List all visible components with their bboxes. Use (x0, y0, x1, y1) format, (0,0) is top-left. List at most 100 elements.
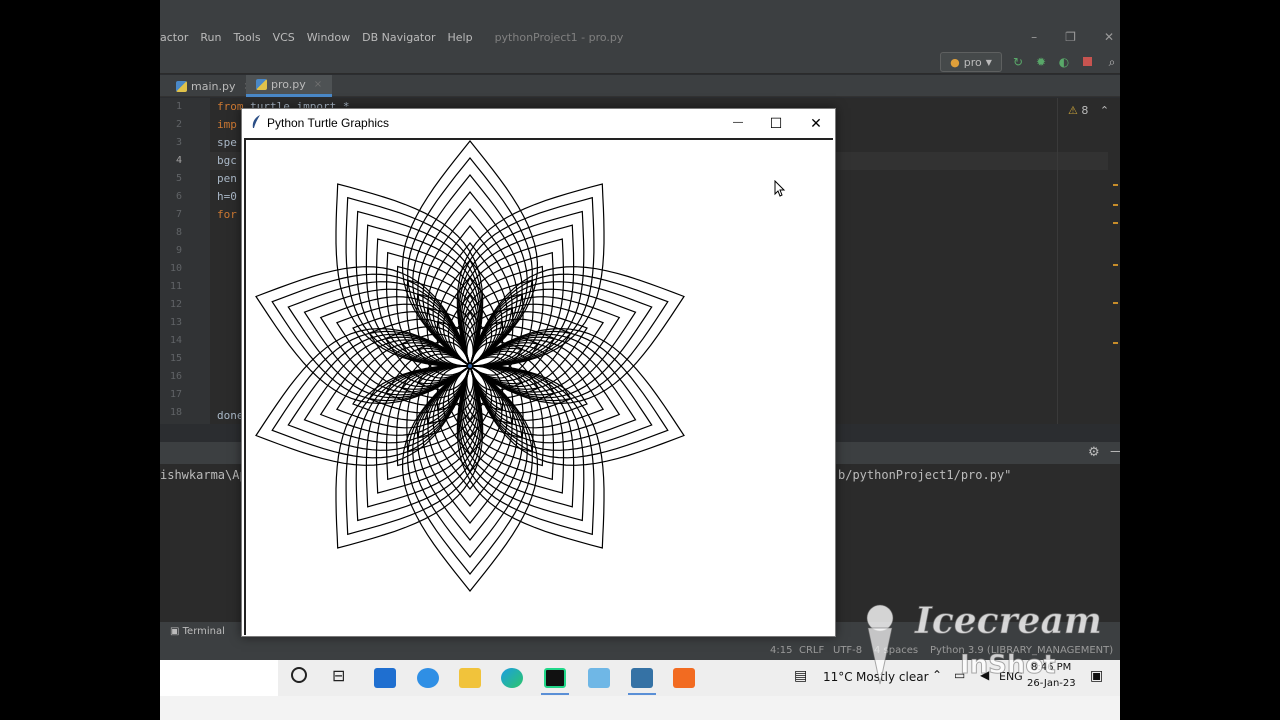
file-explorer-icon[interactable] (459, 668, 481, 688)
task-view-icon[interactable]: ⊟ (332, 666, 345, 685)
stripe-mark (1113, 342, 1118, 344)
turtle-flower-drawing (255, 140, 685, 592)
turtle-title-bar[interactable]: Python Turtle Graphics — ☐ ✕ (242, 109, 835, 137)
cortana-icon[interactable] (291, 667, 307, 683)
line-number: 16 (169, 371, 182, 382)
edge-legacy-icon[interactable] (417, 668, 439, 688)
line-number: 1 (175, 101, 182, 112)
code-line: h=0 (217, 190, 237, 203)
code-line: spe (217, 136, 237, 149)
python-icon[interactable] (631, 668, 653, 688)
watermark-line1: Icecream (915, 600, 1103, 643)
petal-outline (407, 157, 533, 367)
menu-help[interactable]: Help (441, 31, 478, 44)
turtle-canvas[interactable] (244, 138, 833, 635)
line-number: 5 (175, 173, 182, 184)
edge-icon[interactable] (501, 668, 523, 688)
maximize-icon[interactable]: ☐ (756, 109, 796, 137)
caret-position[interactable]: 4:15 (770, 645, 792, 656)
line-number: 17 (169, 389, 182, 400)
code-line: bgc (217, 154, 237, 167)
ide-window-controls: – ❐ ✕ (1031, 24, 1114, 50)
file-encoding[interactable]: UTF-8 (833, 645, 862, 656)
stripe-mark (1113, 204, 1118, 206)
pycharm-icon[interactable] (544, 668, 566, 688)
python-file-icon (176, 80, 187, 92)
search-icon[interactable]: ⌕ (1104, 54, 1120, 70)
line-number: 3 (175, 137, 182, 148)
code-keyword: for (217, 208, 237, 221)
editor-tabs: main.py × pro.py × (160, 75, 1120, 97)
line-number: 6 (175, 191, 182, 202)
watermark-line2: InShot (960, 650, 1057, 681)
mail-icon[interactable] (374, 668, 396, 688)
code-line: for (217, 208, 237, 221)
menu-db-navigator[interactable]: DB Navigator (356, 31, 441, 44)
turtle-cursor (468, 364, 472, 368)
turtle-window-title: Python Turtle Graphics (267, 116, 390, 130)
line-number: 8 (175, 227, 182, 238)
screen: actor Run Tools VCS Window DB Navigator … (160, 0, 1120, 720)
menu-window[interactable]: Window (301, 31, 356, 44)
hide-panel-icon[interactable]: — (1110, 444, 1120, 459)
line-number: 11 (169, 281, 182, 292)
line-number: 2 (175, 119, 182, 130)
tab-close-icon[interactable]: × (314, 79, 322, 90)
debug-icon[interactable]: ✹ (1033, 54, 1049, 70)
ide-window-title: pythonProject1 - pro.py (494, 30, 624, 44)
error-stripe (1108, 98, 1120, 424)
taskbar-search[interactable] (160, 660, 278, 696)
menu-refactor[interactable]: actor (160, 31, 194, 44)
toolbar: ● pro ▼ ↻ ✹ ◐ ⌕ (160, 50, 1120, 74)
bottom-band (160, 696, 1120, 720)
warning-icon: ⚠ (1068, 104, 1078, 117)
notepad-icon[interactable] (588, 668, 610, 688)
run-output-path: b/pythonProject1/pro.py" (838, 468, 1012, 482)
gear-icon[interactable]: ⚙ (1088, 445, 1100, 460)
menu-vcs[interactable]: VCS (267, 31, 301, 44)
line-separator[interactable]: CRLF (799, 645, 824, 656)
inspection-widget[interactable]: ⚠ 8 ⌃ (1068, 104, 1109, 117)
close-icon[interactable]: ✕ (796, 109, 836, 137)
news-icon[interactable]: ▤ (794, 668, 807, 684)
tab-pro-py[interactable]: pro.py × (246, 75, 333, 97)
line-number: 10 (169, 263, 182, 274)
feather-icon (252, 115, 260, 128)
coverage-icon[interactable]: ◐ (1056, 54, 1072, 70)
weather-temp[interactable]: 11°C (823, 670, 853, 684)
minimize-icon[interactable]: — (718, 109, 758, 137)
warning-count: 8 (1081, 104, 1089, 117)
line-gutter: 1 2 3 4 5 6 7 8 9 10 11 12 13 14 15 16 1… (160, 98, 210, 424)
stripe-mark (1113, 184, 1118, 186)
code-line: imp (217, 118, 237, 131)
tab-label: pro.py (271, 78, 306, 91)
terminal-tab[interactable]: ▣ Terminal (170, 626, 225, 637)
python-config-icon: ● (950, 55, 960, 69)
python-file-icon (256, 79, 267, 90)
run-config-label: pro (963, 55, 982, 69)
menu-tools[interactable]: Tools (227, 31, 266, 44)
stop-icon[interactable] (1079, 54, 1095, 70)
menu-run[interactable]: Run (194, 31, 227, 44)
title-band (160, 0, 1120, 24)
line-number: 15 (169, 353, 182, 364)
restore-icon[interactable]: ❐ (1065, 30, 1076, 44)
turtle-window[interactable]: Python Turtle Graphics — ☐ ✕ (241, 108, 836, 637)
terminal-label: Terminal (182, 626, 225, 637)
run-output-text: ishwkarma\Ap (160, 468, 247, 482)
close-icon[interactable]: ✕ (1104, 30, 1114, 44)
active-indicator (541, 693, 569, 695)
chevron-down-icon: ▼ (985, 57, 992, 67)
run-config-dropdown[interactable]: ● pro ▼ (940, 52, 1002, 72)
line-number: 4 (175, 155, 182, 166)
petal-outline (407, 365, 533, 575)
line-number: 7 (175, 209, 182, 220)
minimize-icon[interactable]: – (1031, 30, 1037, 44)
rerun-icon[interactable]: ↻ (1010, 54, 1026, 70)
terminal-icon: ▣ (170, 626, 180, 637)
right-margin-guide (1057, 98, 1058, 424)
line-number: 14 (169, 335, 182, 346)
orange-app-icon[interactable] (673, 668, 695, 688)
line-number: 18 (169, 407, 182, 418)
stripe-mark (1113, 264, 1118, 266)
